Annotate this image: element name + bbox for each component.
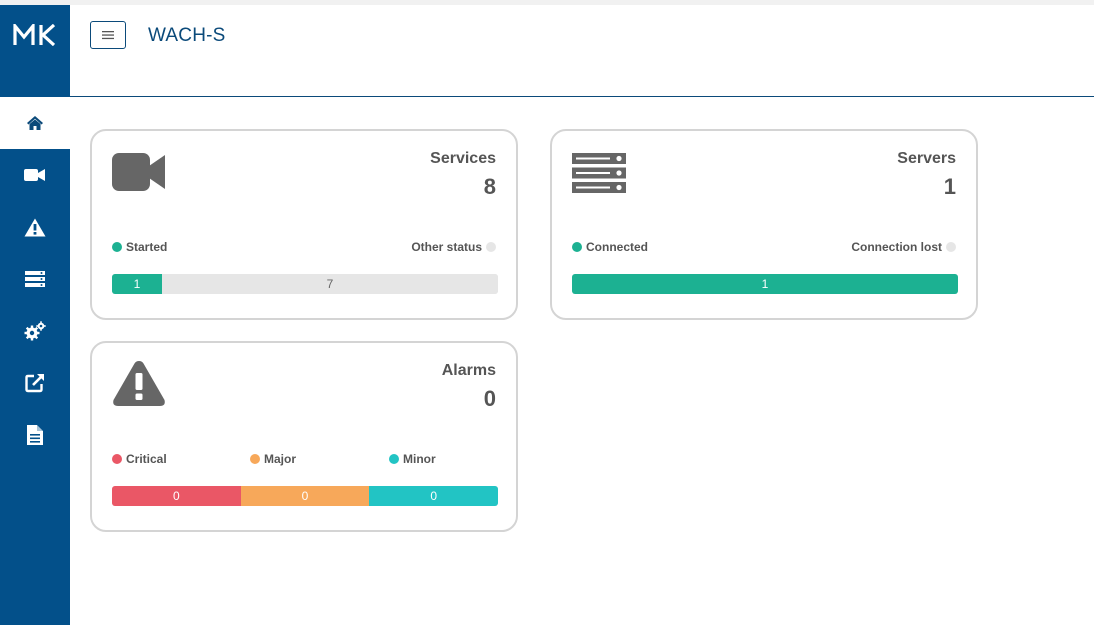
started-segment[interactable]: 1 (112, 274, 162, 294)
document-icon (27, 425, 43, 445)
other-status-segment[interactable]: 7 (162, 274, 498, 294)
major-segment[interactable]: 0 (240, 486, 370, 506)
services-label: Services (430, 150, 496, 167)
warning-icon (113, 361, 165, 406)
video-camera-icon (24, 169, 45, 181)
alarms-status-bar: 0 0 0 (112, 486, 498, 506)
services-card[interactable]: Services 8 Started Other status 1 7 (90, 129, 518, 320)
brand-logo[interactable] (0, 5, 70, 97)
legend-started-label: Started (126, 240, 168, 254)
major-dot-icon (250, 454, 260, 464)
servers-card[interactable]: Servers 1 Connected Connection lost 1 (550, 129, 978, 320)
critical-segment[interactable]: 0 (112, 486, 241, 506)
server-icon (25, 271, 45, 287)
video-camera-icon (112, 153, 165, 191)
page-title: WACH-S (148, 25, 226, 46)
legend-lost-label: Connection lost (851, 240, 942, 254)
legend-other-status: Other status (411, 240, 496, 254)
sidebar-item-services[interactable] (0, 149, 70, 201)
sidebar-item-alarms[interactable] (0, 201, 70, 253)
legend-minor-label: Minor (403, 452, 436, 466)
warning-icon (24, 218, 46, 236)
legend-connected: Connected (572, 240, 648, 254)
services-status-bar: 1 7 (112, 274, 498, 294)
servers-status-bar: 1 (572, 274, 958, 294)
critical-dot-icon (112, 454, 122, 464)
legend-started: Started (112, 240, 167, 254)
legend-minor: Minor (389, 452, 436, 466)
sidebar-item-home[interactable] (0, 97, 70, 149)
home-icon (27, 116, 43, 130)
legend-major: Major (250, 452, 296, 466)
sidebar-item-external[interactable] (0, 357, 70, 409)
legend-connected-label: Connected (586, 240, 649, 254)
server-icon (572, 153, 626, 193)
legend-connection-lost: Connection lost (851, 240, 956, 254)
hamburger-icon (102, 31, 114, 40)
menu-toggle-button[interactable] (90, 21, 126, 49)
sidebar (0, 5, 70, 625)
alarms-card[interactable]: Alarms 0 Critical Major Minor 0 0 0 (90, 341, 518, 532)
alarms-label: Alarms (441, 362, 496, 379)
connection-lost-dot-icon (946, 242, 956, 252)
other-status-dot-icon (486, 242, 496, 252)
top-header: WACH-S (70, 5, 1094, 97)
legend-critical-label: Critical (126, 452, 167, 466)
servers-count: 1 (943, 174, 956, 199)
sidebar-item-settings[interactable] (0, 305, 70, 357)
connected-segment[interactable]: 1 (572, 274, 958, 294)
mk-logo-icon (13, 24, 56, 46)
legend-critical: Critical (112, 452, 167, 466)
sidebar-item-servers[interactable] (0, 253, 70, 305)
minor-segment[interactable]: 0 (369, 486, 498, 506)
alarms-count: 0 (483, 386, 496, 411)
started-dot-icon (112, 242, 122, 252)
legend-other-label: Other status (411, 240, 482, 254)
connected-dot-icon (572, 242, 582, 252)
legend-major-label: Major (264, 452, 297, 466)
external-link-icon (25, 374, 44, 393)
servers-label: Servers (897, 150, 956, 167)
gears-icon (24, 321, 46, 341)
minor-dot-icon (389, 454, 399, 464)
sidebar-item-documents[interactable] (0, 409, 70, 461)
services-count: 8 (483, 174, 496, 199)
